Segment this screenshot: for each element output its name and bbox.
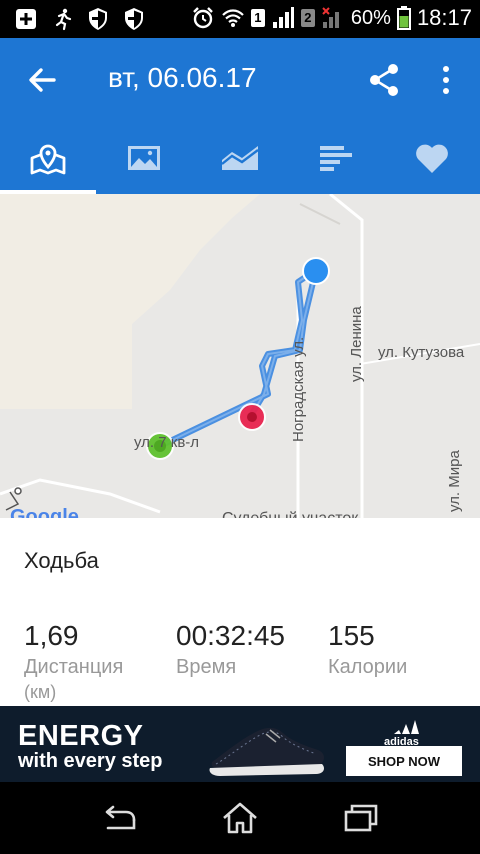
heart-icon — [416, 144, 448, 173]
time-label: Время — [176, 656, 237, 678]
map-label-kutuzova: ул. Кутузова — [378, 344, 465, 361]
clock: 18:17 — [416, 5, 472, 30]
calories-label: Калории — [328, 656, 408, 678]
chart-icon — [221, 146, 259, 170]
share-icon[interactable] — [366, 62, 402, 98]
route-map[interactable]: Ноградская ул. ул. Ленина ул. Кутузова у… — [0, 194, 480, 518]
splits-icon — [320, 146, 352, 171]
adidas-logo-icon — [394, 720, 419, 734]
ad-title: ENERGY — [18, 720, 144, 752]
activity-type: Ходьба — [24, 548, 99, 573]
tab-photos[interactable] — [96, 122, 192, 194]
arrow-back-icon[interactable] — [22, 62, 62, 98]
app-bar: вт, 06.06.17 — [0, 38, 480, 122]
tab-splits[interactable] — [288, 122, 384, 194]
photo-icon — [128, 146, 160, 170]
battery-percent: 60% — [350, 6, 391, 29]
signal-icon — [272, 7, 294, 28]
google-logo: Google — [10, 506, 79, 518]
tab-chart[interactable] — [192, 122, 288, 194]
ad-subtitle: with every step — [18, 750, 163, 772]
signal-off-icon — [322, 7, 339, 28]
shield-icon — [89, 8, 107, 30]
shoe-image — [209, 727, 324, 776]
activity-summary: Ходьба 1,69 Дистанция (км) 00:32:45 Врем… — [0, 518, 480, 706]
ad-banner[interactable]: ENERGY with every step adidas SHOP NOW — [0, 706, 480, 782]
distance-value: 1,69 — [24, 620, 79, 651]
page-title: вт, 06.06.17 — [108, 62, 257, 93]
nav-recents-icon[interactable] — [338, 800, 382, 836]
distance-label: Дистанция — [24, 656, 124, 678]
tab-heart[interactable] — [384, 122, 480, 194]
stat-calories: 155 Калории — [328, 620, 407, 679]
wifi-icon — [222, 9, 244, 27]
map-label-nogradskaya: Ноградская ул. — [290, 336, 307, 442]
location-pin — [302, 257, 330, 285]
sim1-badge: 1 — [250, 9, 265, 27]
status-bar: 1 2 60% 18:17 — [0, 0, 480, 38]
distance-unit: (км) — [24, 682, 57, 702]
battery-icon — [396, 6, 411, 30]
time-value: 00:32:45 — [176, 620, 285, 651]
map-label-mira: ул. Мира — [446, 450, 463, 512]
more-vert-icon[interactable] — [434, 62, 458, 98]
system-nav-bar — [0, 782, 480, 854]
map-label-quarter: ул. 7 кв-л — [134, 434, 200, 451]
map-label-lenina: ул. Ленина — [348, 306, 365, 382]
shield-icon — [125, 8, 143, 30]
nav-back-icon[interactable] — [98, 800, 142, 836]
map-label-bottom: Судебный участок — [222, 510, 358, 518]
shop-now-button[interactable]: SHOP NOW — [346, 746, 462, 776]
tab-map[interactable] — [0, 122, 96, 194]
runner-icon — [55, 8, 72, 31]
alarm-icon — [193, 7, 213, 29]
stat-time: 00:32:45 Время — [176, 620, 285, 679]
sim2-badge: 2 — [300, 9, 315, 27]
add-icon — [16, 9, 36, 29]
stat-distance: 1,69 Дистанция — [24, 620, 123, 679]
map-icon — [30, 144, 66, 175]
tab-bar — [0, 122, 480, 194]
nav-home-icon[interactable] — [218, 800, 262, 836]
calories-value: 155 — [328, 620, 375, 651]
